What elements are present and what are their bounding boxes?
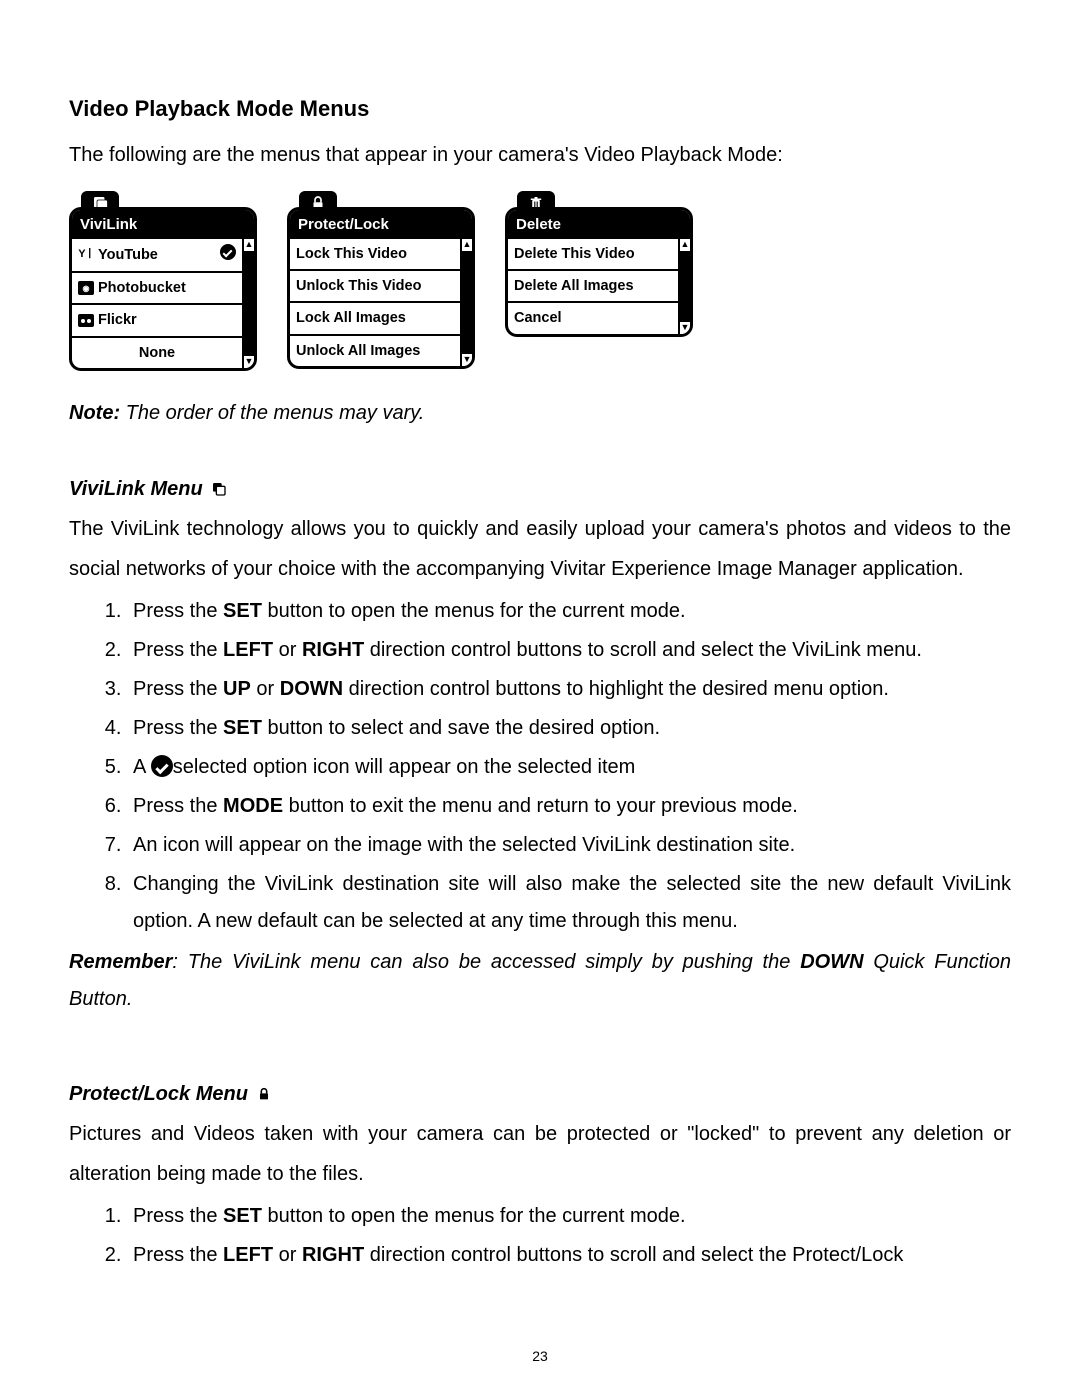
vivilink-steps: Press the SET button to open the menus f…	[69, 593, 1011, 940]
step-item: Press the SET button to select and save …	[127, 710, 1011, 747]
scroll-down-icon: ▼	[462, 354, 472, 366]
step-item: Press the SET button to open the menus f…	[127, 1198, 1011, 1235]
step-item: Press the MODE button to exit the menu a…	[127, 788, 1011, 825]
menu-item: Delete This Video	[508, 239, 678, 271]
menu-item-label: Lock All Images	[296, 308, 406, 328]
note-text: The order of the menus may vary.	[120, 402, 424, 424]
step-item: Press the LEFT or RIGHT direction contro…	[127, 632, 1011, 669]
menu-item-none: None	[72, 338, 242, 368]
menu-scrollbar: ▲ ▼	[678, 239, 690, 334]
subheading-text: ViviLink Menu	[69, 475, 203, 503]
scroll-up-icon: ▲	[244, 239, 254, 251]
check-icon	[151, 755, 173, 777]
page-number: 23	[0, 1347, 1080, 1367]
lock-icon	[256, 1086, 272, 1102]
menu-item-label: Cancel	[514, 308, 562, 328]
menu-item-youtube: Yￜ YouTube	[72, 239, 242, 273]
step-item: Changing the ViviLink destination site w…	[127, 866, 1011, 940]
subheading-text: Protect/Lock Menu	[69, 1080, 248, 1108]
intro-text: The following are the menus that appear …	[69, 141, 1011, 169]
menu-delete: Delete Delete This Video Delete All Imag…	[505, 207, 693, 371]
menu-protect: Protect/Lock Lock This Video Unlock This…	[287, 207, 475, 371]
menu-item-label: Photobucket	[98, 278, 186, 298]
menu-item-flickr: Flickr	[72, 305, 242, 337]
step-item: Press the LEFT or RIGHT direction contro…	[127, 1237, 1011, 1274]
step-item: An icon will appear on the image with th…	[127, 827, 1011, 864]
menu-scrollbar: ▲ ▼	[460, 239, 472, 366]
step-item: A selected option icon will appear on th…	[127, 749, 1011, 786]
menu-item-label: YouTube	[98, 245, 158, 265]
menu-item-label: Flickr	[98, 310, 137, 330]
note-label: Note:	[69, 402, 120, 424]
menu-item: Unlock This Video	[290, 271, 460, 303]
menu-item: Lock This Video	[290, 239, 460, 271]
menus-row: ViviLink Yￜ YouTube ◉ Photobucket	[69, 191, 1011, 371]
share-icon	[211, 481, 227, 497]
menu-item: Lock All Images	[290, 303, 460, 335]
menu-header: ViviLink	[72, 210, 254, 239]
menu-header: Protect/Lock	[290, 210, 472, 239]
menu-vivilink: ViviLink Yￜ YouTube ◉ Photobucket	[69, 207, 257, 371]
protect-heading: Protect/Lock Menu	[69, 1080, 1011, 1108]
page-title: Video Playback Mode Menus	[69, 94, 1011, 125]
scroll-down-icon: ▼	[244, 356, 254, 368]
protect-paragraph: Pictures and Videos taken with your came…	[69, 1114, 1011, 1194]
menu-item-label: Delete This Video	[514, 244, 635, 264]
scroll-up-icon: ▲	[680, 239, 690, 251]
step-item: Press the UP or DOWN direction control b…	[127, 671, 1011, 708]
menu-item-label: Lock This Video	[296, 244, 407, 264]
protect-steps: Press the SET button to open the menus f…	[69, 1198, 1011, 1274]
menu-item: Delete All Images	[508, 271, 678, 303]
flickr-icon	[78, 314, 94, 327]
menu-scrollbar: ▲ ▼	[242, 239, 254, 368]
youtube-icon: Yￜ	[78, 247, 94, 262]
selected-check-icon	[220, 244, 236, 266]
remember-note: Remember: The ViviLink menu can also be …	[69, 944, 1011, 1018]
vivilink-heading: ViviLink Menu	[69, 475, 1011, 503]
note-line: Note: The order of the menus may vary.	[69, 399, 1011, 427]
menu-item-label: Unlock This Video	[296, 276, 421, 296]
photobucket-icon: ◉	[78, 281, 94, 295]
menu-item: Cancel	[508, 303, 678, 333]
menu-item-label: Unlock All Images	[296, 341, 420, 361]
scroll-down-icon: ▼	[680, 322, 690, 334]
menu-header: Delete	[508, 210, 690, 239]
scroll-up-icon: ▲	[462, 239, 472, 251]
menu-item-label: Delete All Images	[514, 276, 634, 296]
vivilink-paragraph: The ViviLink technology allows you to qu…	[69, 509, 1011, 589]
menu-item: Unlock All Images	[290, 336, 460, 366]
menu-item-label: None	[139, 343, 175, 363]
step-item: Press the SET button to open the menus f…	[127, 593, 1011, 630]
menu-item-photobucket: ◉ Photobucket	[72, 273, 242, 305]
